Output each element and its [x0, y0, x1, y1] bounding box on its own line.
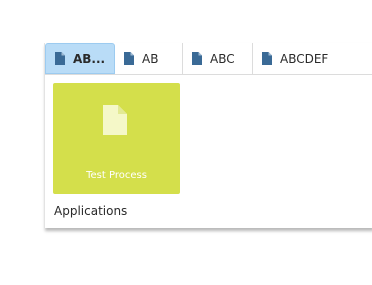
tab-abc[interactable]: ABC [183, 43, 253, 74]
tab-label: AB... [73, 51, 106, 66]
tile-label: Test Process [86, 170, 147, 181]
document-icon [192, 52, 202, 65]
tab-ab-ellipsis[interactable]: AB... [45, 43, 115, 74]
tab-label: ABC [210, 51, 235, 66]
document-icon [124, 52, 134, 65]
document-icon [55, 52, 65, 65]
tab-abcdef[interactable]: ABCDEF [253, 43, 372, 74]
document-icon [103, 105, 127, 139]
tab-bar: AB... AB ABC ABCDEF [45, 43, 372, 75]
tab-label: ABCDEF [280, 51, 329, 66]
applications-panel: AB... AB ABC ABCDEF Test Process Applica… [44, 43, 372, 228]
document-icon [262, 52, 272, 65]
tab-ab[interactable]: AB [115, 43, 183, 74]
tab-label: AB [142, 51, 159, 66]
test-process-tile[interactable]: Test Process [53, 83, 180, 194]
section-label: Applications [54, 204, 128, 218]
